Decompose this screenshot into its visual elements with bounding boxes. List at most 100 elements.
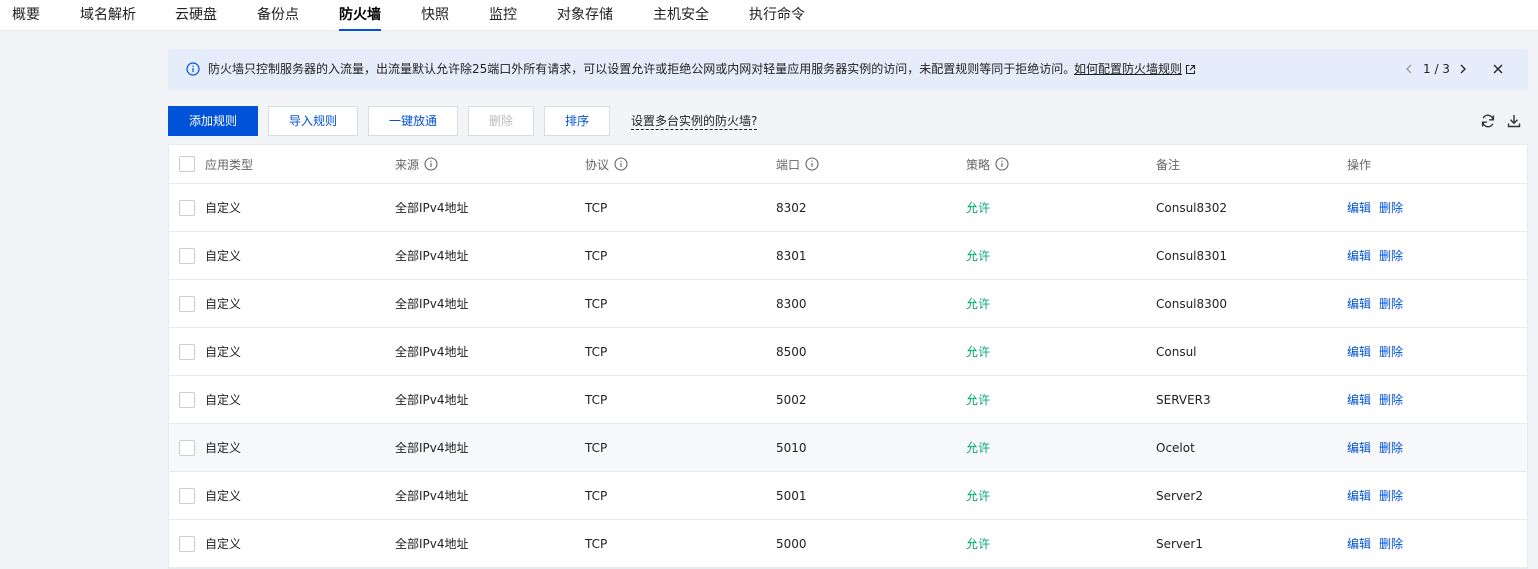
table-row: 自定义 全部IPv4地址 TCP 8302 允许 Consul8302 编辑 删…: [169, 184, 1527, 232]
tab-host-security[interactable]: 主机安全: [653, 0, 709, 31]
delete-link[interactable]: 删除: [1379, 376, 1403, 423]
tab-overview[interactable]: 概要: [12, 0, 40, 31]
delete-link[interactable]: 删除: [1379, 184, 1403, 231]
firewall-panel: 防火墙只控制服务器的入流量，出流量默认允许除25端口外所有请求，可以设置允许或拒…: [168, 49, 1528, 569]
refresh-icon[interactable]: [1480, 113, 1496, 129]
delete-link[interactable]: 删除: [1379, 520, 1403, 567]
delete-link[interactable]: 删除: [1379, 472, 1403, 519]
cell-protocol: TCP: [585, 200, 608, 215]
info-circle-icon[interactable]: [805, 157, 819, 171]
cell-source: 全部IPv4地址: [395, 489, 469, 503]
edit-link[interactable]: 编辑: [1347, 376, 1371, 423]
row-checkbox[interactable]: [179, 247, 195, 264]
table-row: 自定义 全部IPv4地址 TCP 5002 允许 SERVER3 编辑 删除: [169, 376, 1527, 424]
import-rules-button[interactable]: 导入规则: [268, 106, 358, 136]
cell-policy: 允许: [966, 297, 991, 311]
edit-link[interactable]: 编辑: [1347, 424, 1371, 471]
cell-source: 全部IPv4地址: [395, 345, 469, 359]
cell-remark: Consul8301: [1156, 248, 1228, 263]
delete-link[interactable]: 删除: [1379, 328, 1403, 375]
cell-port: 8300: [776, 296, 807, 311]
tab-firewall[interactable]: 防火墙: [339, 0, 381, 31]
edit-link[interactable]: 编辑: [1347, 232, 1371, 279]
info-circle-icon[interactable]: [424, 157, 438, 171]
edit-link[interactable]: 编辑: [1347, 520, 1371, 567]
column-header-port: 端口: [776, 145, 819, 183]
table-row: 自定义 全部IPv4地址 TCP 8500 允许 Consul 编辑 删除: [169, 328, 1527, 376]
cell-protocol: TCP: [585, 536, 608, 551]
cell-app-type: 自定义: [205, 249, 242, 263]
edit-link[interactable]: 编辑: [1347, 472, 1371, 519]
cell-policy: 允许: [966, 537, 991, 551]
delete-link[interactable]: 删除: [1379, 280, 1403, 327]
edit-link[interactable]: 编辑: [1347, 280, 1371, 327]
cell-protocol: TCP: [585, 440, 608, 455]
cell-port: 8500: [776, 344, 807, 359]
tab-monitor[interactable]: 监控: [489, 0, 517, 31]
cell-app-type: 自定义: [205, 345, 242, 359]
sort-button[interactable]: 排序: [544, 106, 610, 136]
tab-backup[interactable]: 备份点: [257, 0, 299, 31]
row-checkbox[interactable]: [179, 535, 195, 552]
cell-protocol: TCP: [585, 488, 608, 503]
column-header-label: 来源: [395, 157, 420, 172]
column-header-actions: 操作: [1347, 157, 1372, 172]
open-all-button[interactable]: 一键放通: [368, 106, 458, 136]
external-link-icon[interactable]: [1185, 64, 1196, 75]
cell-port: 8302: [776, 200, 807, 215]
delete-link[interactable]: 删除: [1379, 232, 1403, 279]
cell-app-type: 自定义: [205, 297, 242, 311]
column-header-label: 策略: [966, 157, 991, 172]
notice-text: 防火墙只控制服务器的入流量，出流量默认允许除25端口外所有请求，可以设置允许或拒…: [208, 62, 1076, 76]
cell-policy: 允许: [966, 489, 991, 503]
cell-port: 5002: [776, 392, 807, 407]
info-circle-icon[interactable]: [614, 157, 628, 171]
tab-cloud-disk[interactable]: 云硬盘: [175, 0, 217, 31]
cell-source: 全部IPv4地址: [395, 297, 469, 311]
cell-remark: Consul8300: [1156, 296, 1228, 311]
firewall-help-link[interactable]: 如何配置防火墙规则: [1074, 49, 1182, 90]
multi-instance-firewall-link[interactable]: 设置多台实例的防火墙?: [631, 113, 758, 130]
column-header-policy: 策略: [966, 145, 1009, 183]
cell-policy: 允许: [966, 393, 991, 407]
row-checkbox[interactable]: [179, 199, 195, 216]
cell-port: 5000: [776, 536, 807, 551]
cell-source: 全部IPv4地址: [395, 537, 469, 551]
edit-link[interactable]: 编辑: [1347, 328, 1371, 375]
add-rule-button[interactable]: 添加规则: [168, 106, 258, 136]
download-icon[interactable]: [1506, 113, 1522, 129]
cell-source: 全部IPv4地址: [395, 201, 469, 215]
tab-run-command[interactable]: 执行命令: [749, 0, 805, 31]
cell-protocol: TCP: [585, 248, 608, 263]
info-icon: [186, 62, 200, 76]
delete-button[interactable]: 删除: [468, 106, 534, 136]
cell-source: 全部IPv4地址: [395, 249, 469, 263]
cell-protocol: TCP: [585, 344, 608, 359]
info-circle-icon[interactable]: [995, 157, 1009, 171]
cell-app-type: 自定义: [205, 441, 242, 455]
cell-source: 全部IPv4地址: [395, 393, 469, 407]
close-icon[interactable]: [1491, 62, 1505, 76]
chevron-right-icon[interactable]: [1456, 62, 1470, 76]
row-checkbox[interactable]: [179, 343, 195, 360]
cell-remark: SERVER3: [1156, 392, 1211, 407]
cell-remark: Consul: [1156, 344, 1197, 359]
tab-dns[interactable]: 域名解析: [80, 0, 136, 31]
tab-object-storage[interactable]: 对象存储: [557, 0, 613, 31]
row-checkbox[interactable]: [179, 439, 195, 456]
cell-port: 5010: [776, 440, 807, 455]
cell-policy: 允许: [966, 441, 991, 455]
table-row: 自定义 全部IPv4地址 TCP 8300 允许 Consul8300 编辑 删…: [169, 280, 1527, 328]
delete-link[interactable]: 删除: [1379, 424, 1403, 471]
select-all-checkbox[interactable]: [179, 156, 195, 172]
row-checkbox[interactable]: [179, 487, 195, 504]
edit-link[interactable]: 编辑: [1347, 184, 1371, 231]
row-checkbox[interactable]: [179, 295, 195, 312]
chevron-left-icon[interactable]: [1402, 62, 1416, 76]
column-header-protocol: 协议: [585, 145, 628, 183]
tab-snapshot[interactable]: 快照: [421, 0, 449, 31]
cell-remark: Consul8302: [1156, 200, 1228, 215]
row-checkbox[interactable]: [179, 391, 195, 408]
table-row: 自定义 全部IPv4地址 TCP 5000 允许 Server1 编辑 删除: [169, 520, 1527, 568]
top-nav: 概要 域名解析 云硬盘 备份点 防火墙 快照 监控 对象存储 主机安全 执行命令: [0, 0, 1538, 31]
